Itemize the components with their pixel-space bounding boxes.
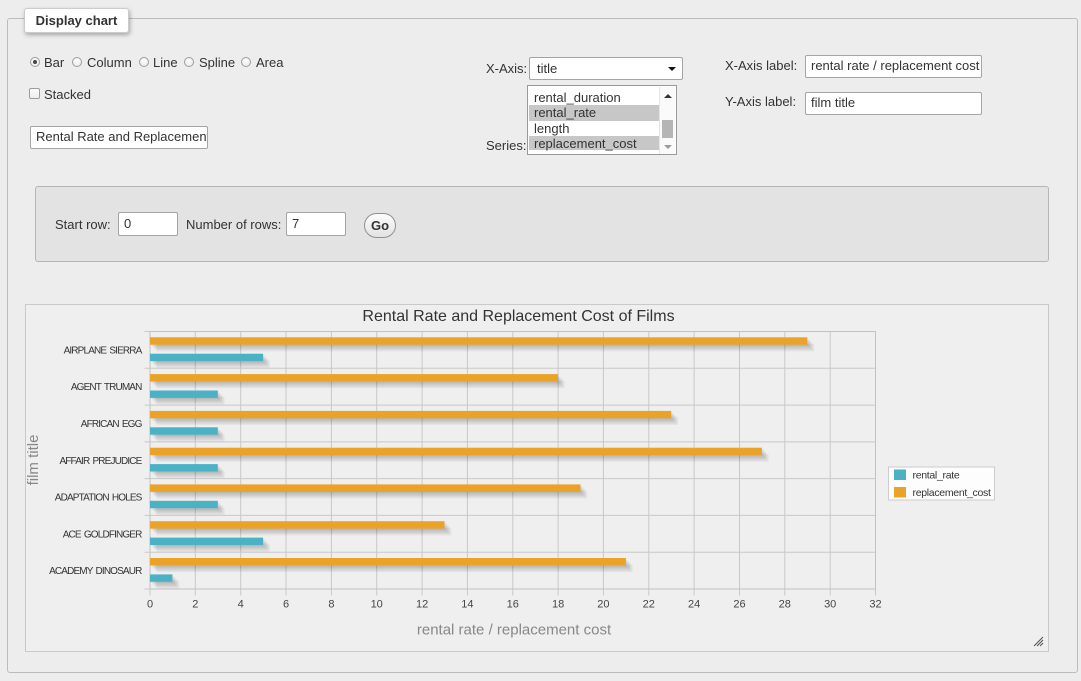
svg-text:22: 22 [643, 599, 655, 611]
svg-text:rental_rate: rental_rate [913, 470, 960, 482]
svg-text:replacement_cost: replacement_cost [913, 487, 991, 499]
svg-text:18: 18 [552, 599, 564, 611]
svg-text:32: 32 [869, 599, 881, 611]
svg-text:0: 0 [147, 599, 153, 611]
svg-text:film title: film title [26, 435, 42, 486]
svg-text:4: 4 [238, 599, 244, 611]
svg-text:AIRPLANE SIERRA: AIRPLANE SIERRA [64, 345, 143, 356]
svg-text:AGENT TRUMAN: AGENT TRUMAN [71, 382, 142, 393]
svg-text:10: 10 [371, 599, 383, 611]
svg-text:ACE GOLDFINGER: ACE GOLDFINGER [63, 529, 142, 540]
svg-text:30: 30 [824, 599, 836, 611]
svg-text:8: 8 [328, 599, 334, 611]
svg-text:AFFAIR PREJUDICE: AFFAIR PREJUDICE [59, 456, 142, 467]
svg-text:26: 26 [733, 599, 745, 611]
svg-text:ADAPTATION HOLES: ADAPTATION HOLES [55, 493, 143, 504]
svg-text:20: 20 [597, 599, 609, 611]
svg-text:16: 16 [507, 599, 519, 611]
svg-text:6: 6 [283, 599, 289, 611]
svg-text:12: 12 [416, 599, 428, 611]
svg-text:Rental Rate and Replacement Co: Rental Rate and Replacement Cost of Film… [362, 308, 674, 325]
svg-text:2: 2 [192, 599, 198, 611]
svg-text:rental rate / replacement cost: rental rate / replacement cost [417, 622, 612, 639]
svg-text:24: 24 [688, 599, 700, 611]
svg-text:14: 14 [461, 599, 473, 611]
svg-text:28: 28 [779, 599, 791, 611]
svg-text:AFRICAN EGG: AFRICAN EGG [81, 419, 143, 430]
svg-text:ACADEMY DINOSAUR: ACADEMY DINOSAUR [49, 566, 142, 577]
